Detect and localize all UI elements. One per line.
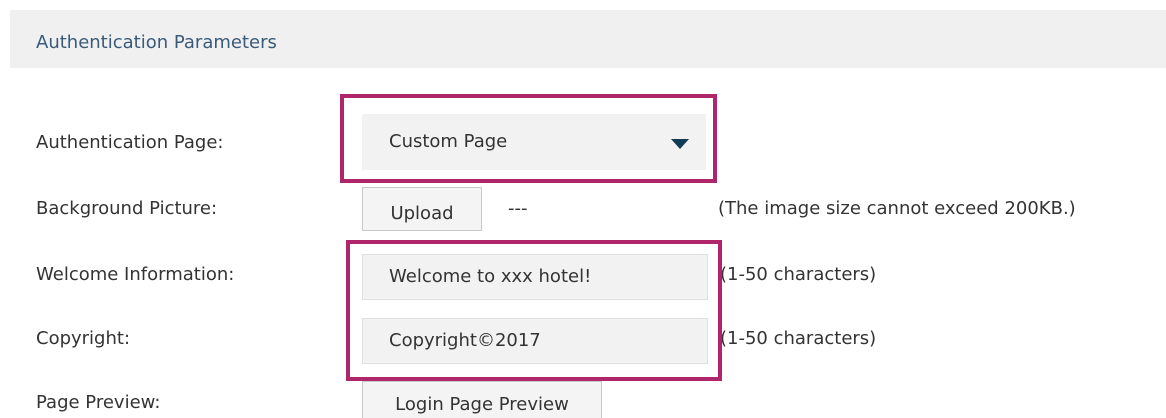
auth-page-select[interactable]: Custom Page — [362, 114, 706, 170]
background-size-note: (The image size cannot exceed 200KB.) — [718, 198, 1076, 219]
auth-page-select-value: Custom Page — [389, 131, 508, 152]
copyright-field[interactable]: Copyright©2017 — [362, 318, 708, 364]
welcome-information-note: (1-50 characters) — [720, 264, 877, 285]
background-file-value: --- — [508, 198, 528, 219]
welcome-information-label: Welcome Information: — [36, 264, 235, 285]
page-preview-label: Page Preview: — [36, 392, 161, 413]
auth-page-label: Authentication Page: — [36, 132, 224, 153]
section-header: Authentication Parameters — [10, 10, 1166, 68]
copyright-note: (1-50 characters) — [720, 328, 877, 349]
login-page-preview-button[interactable]: Login Page Preview — [362, 381, 602, 418]
welcome-information-field[interactable]: Welcome to xxx hotel! — [362, 254, 708, 300]
upload-button[interactable]: Upload — [362, 187, 482, 231]
copyright-label: Copyright: — [36, 328, 131, 349]
background-picture-label: Background Picture: — [36, 198, 218, 219]
section-title: Authentication Parameters — [36, 32, 277, 53]
caret-down-icon — [671, 139, 689, 149]
page: Authentication Parameters Authentication… — [0, 0, 1166, 418]
